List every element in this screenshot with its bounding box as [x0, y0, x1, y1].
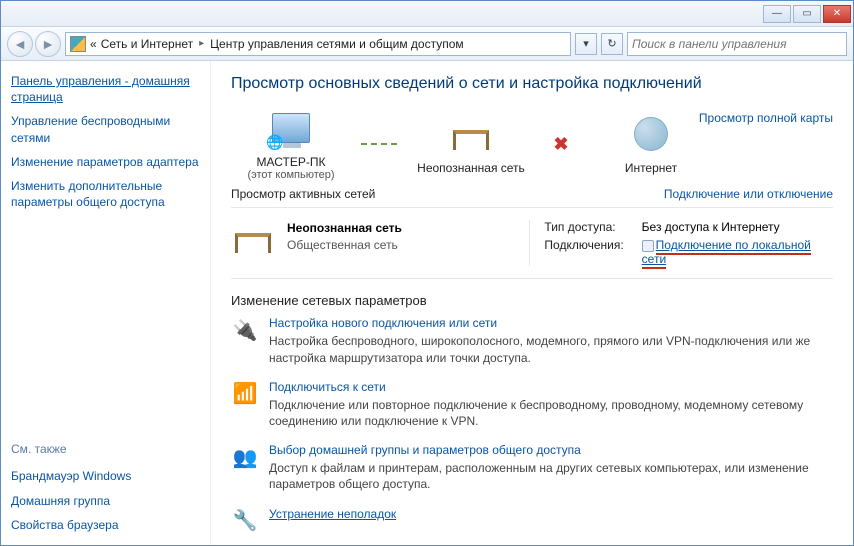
- bench-icon: [235, 233, 271, 253]
- connection-broken-icon: ✖: [541, 134, 581, 155]
- forward-button[interactable]: ►: [35, 31, 61, 57]
- node-this-pc: 🌐 МАСТЕР-ПК (этот компьютер): [231, 107, 351, 181]
- homegroup-icon: 👥: [231, 443, 259, 471]
- active-network-name: Неопознанная сеть: [287, 220, 402, 236]
- connections-label: Подключения:: [544, 238, 623, 266]
- connection-line-1: [361, 143, 401, 145]
- new-connection-icon: 🔌: [231, 316, 259, 344]
- page-title: Просмотр основных сведений о сети и наст…: [231, 75, 833, 93]
- bench-icon: [453, 130, 489, 150]
- sidebar-item-homegroup[interactable]: Домашняя группа: [11, 493, 200, 509]
- setting-desc: Подключение или повторное подключение к …: [269, 397, 833, 429]
- node-unknown-network: Неопознанная сеть: [411, 113, 531, 175]
- address-dropdown[interactable]: ▾: [575, 33, 597, 55]
- sidebar-home-link[interactable]: Панель управления - домашняя страница: [11, 73, 200, 105]
- back-button[interactable]: ◄: [7, 31, 33, 57]
- globe-icon: [634, 117, 668, 151]
- access-type-label: Тип доступа:: [544, 220, 623, 234]
- content: Просмотр основных сведений о сети и наст…: [211, 61, 853, 545]
- connect-network-icon: 📶: [231, 380, 259, 408]
- network-settings: Изменение сетевых параметров 🔌 Настройка…: [231, 293, 833, 534]
- active-networks-heading: Просмотр активных сетей: [231, 187, 375, 201]
- sidebar-item-browser-props[interactable]: Свойства браузера: [11, 517, 200, 533]
- chevron-right-icon: ▸: [197, 38, 206, 49]
- settings-heading: Изменение сетевых параметров: [231, 293, 833, 308]
- minimize-button[interactable]: —: [763, 5, 791, 23]
- access-type-value: Без доступа к Интернету: [642, 220, 833, 234]
- setting-title[interactable]: Подключиться к сети: [269, 380, 386, 394]
- breadcrumb-sharing-center[interactable]: Центр управления сетями и общим доступом: [210, 37, 464, 51]
- setting-title[interactable]: Настройка нового подключения или сети: [269, 316, 497, 330]
- setting-connect-network[interactable]: 📶 Подключиться к сети Подключение или по…: [231, 380, 833, 429]
- network-map: 🌐 МАСТЕР-ПК (этот компьютер) Неопознанна…: [231, 107, 833, 181]
- breadcrumb-network[interactable]: Сеть и Интернет: [101, 37, 193, 51]
- setting-title[interactable]: Выбор домашней группы и параметров общег…: [269, 443, 581, 457]
- search-box[interactable]: [627, 32, 847, 56]
- refresh-button[interactable]: ↻: [601, 33, 623, 55]
- close-button[interactable]: ✕: [823, 5, 851, 23]
- troubleshoot-icon: 🔧: [231, 507, 259, 535]
- body: Панель управления - домашняя страница Уп…: [1, 61, 853, 545]
- setting-desc: Доступ к файлам и принтерам, расположенн…: [269, 460, 833, 492]
- connect-disconnect-link[interactable]: Подключение или отключение: [664, 187, 833, 201]
- search-input[interactable]: [632, 37, 842, 51]
- sidebar-item-adapter-settings[interactable]: Изменение параметров адаптера: [11, 154, 200, 170]
- setting-new-connection[interactable]: 🔌 Настройка нового подключения или сети …: [231, 316, 833, 365]
- setting-troubleshoot[interactable]: 🔧 Устранение неполадок: [231, 507, 833, 535]
- active-network-type[interactable]: Общественная сеть: [287, 237, 402, 253]
- toolbar: ◄ ► « Сеть и Интернет ▸ Центр управления…: [1, 27, 853, 61]
- network-overlay-icon: 🌐: [266, 134, 283, 151]
- window: — ▭ ✕ ◄ ► « Сеть и Интернет ▸ Центр упра…: [0, 0, 854, 546]
- titlebar: — ▭ ✕: [1, 1, 853, 27]
- setting-title[interactable]: Устранение неполадок: [269, 507, 396, 521]
- setting-homegroup[interactable]: 👥 Выбор домашней группы и параметров общ…: [231, 443, 833, 492]
- active-network-block: Неопознанная сеть Общественная сеть Тип …: [231, 207, 833, 279]
- sidebar: Панель управления - домашняя страница Уп…: [1, 61, 211, 545]
- sidebar-item-wireless[interactable]: Управление беспроводными сетями: [11, 113, 200, 145]
- node-internet-label: Интернет: [625, 161, 677, 175]
- ethernet-icon: [642, 240, 654, 252]
- address-bar[interactable]: « Сеть и Интернет ▸ Центр управления сет…: [65, 32, 571, 56]
- node-unknown-label: Неопознанная сеть: [417, 161, 525, 175]
- node-pc-label: МАСТЕР-ПК: [257, 155, 326, 169]
- lan-connection-link[interactable]: Подключение по локальной сети: [642, 238, 811, 269]
- control-panel-icon: [70, 36, 86, 52]
- maximize-button[interactable]: ▭: [793, 5, 821, 23]
- breadcrumb-pre: «: [90, 37, 97, 51]
- node-pc-sublabel: (этот компьютер): [247, 169, 334, 181]
- sidebar-item-advanced-sharing[interactable]: Изменить дополнительные параметры общего…: [11, 178, 200, 210]
- see-also-heading: См. также: [11, 442, 200, 456]
- setting-desc: Настройка беспроводного, широкополосного…: [269, 333, 833, 365]
- sidebar-item-firewall[interactable]: Брандмауэр Windows: [11, 468, 200, 484]
- node-internet: Интернет: [591, 113, 711, 175]
